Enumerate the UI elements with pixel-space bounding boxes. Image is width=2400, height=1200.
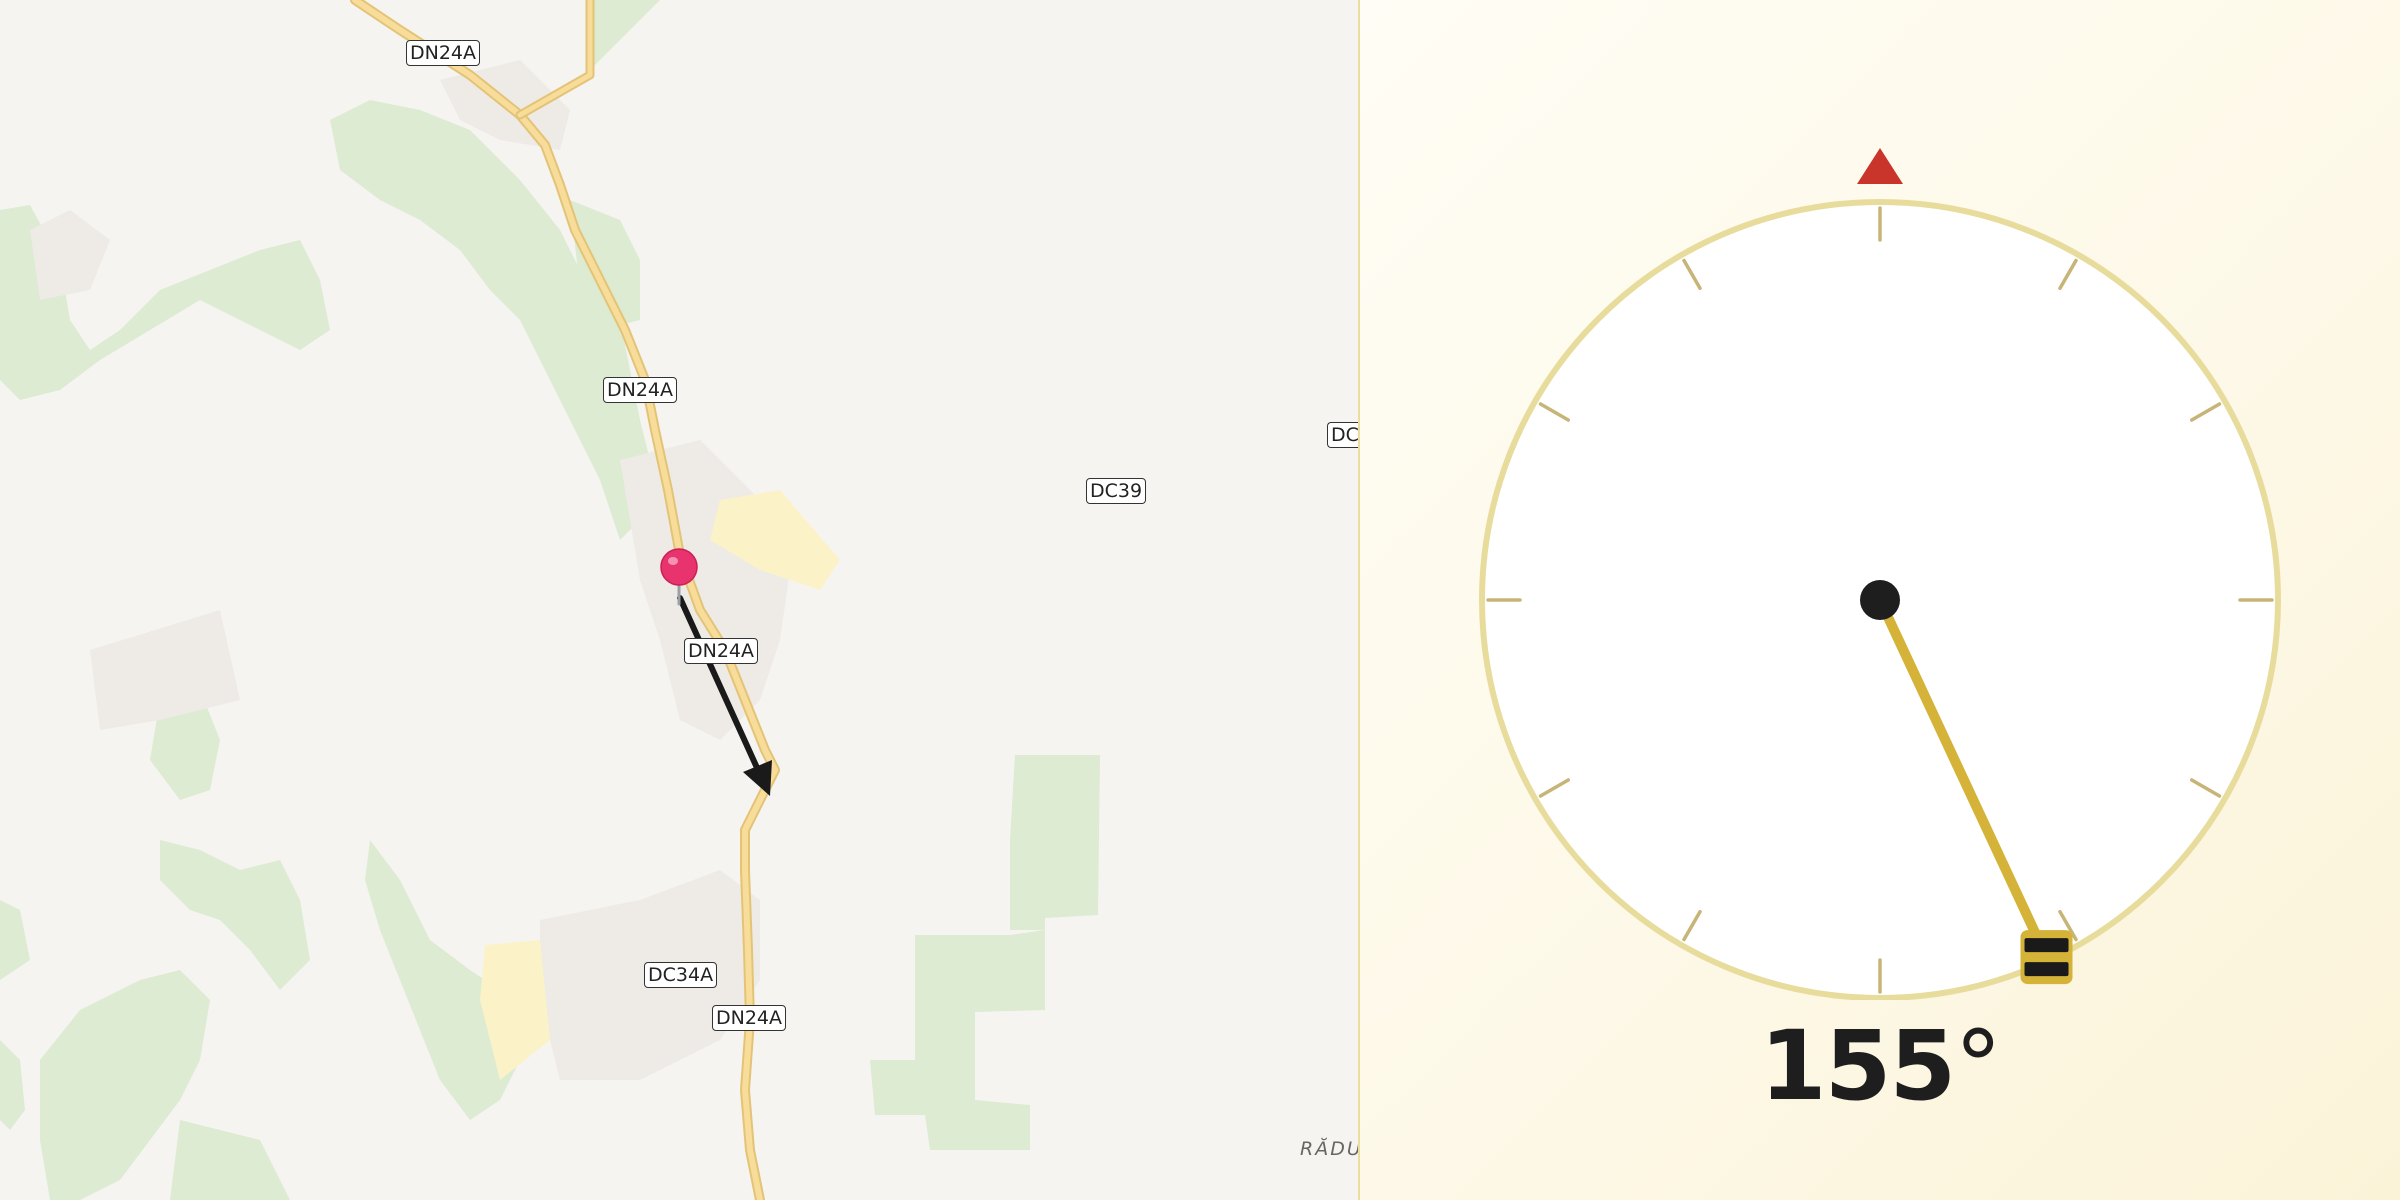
road-label-dn24a: DN24A (406, 40, 481, 66)
heading-unit: ° (1954, 1010, 2002, 1122)
place-label: RĂDU (1300, 1138, 1360, 1160)
map-view[interactable]: DN24A DN24A DN24A DN24A DC39 DC34A DC RĂ… (0, 0, 1360, 1200)
road-label-dn24a: DN24A (712, 1005, 787, 1031)
compass-panel: 155° (1360, 0, 2400, 1200)
compass-dial[interactable] (1360, 0, 2400, 1000)
road-label-dn24a: DN24A (684, 638, 759, 664)
north-marker-icon (1857, 148, 1903, 184)
road-label-dc39: DC39 (1086, 478, 1147, 504)
heading-value: 155 (1759, 1010, 1956, 1122)
location-pin-icon[interactable] (660, 548, 698, 608)
road-label-dc: DC (1327, 422, 1358, 448)
compass-center (1860, 580, 1900, 620)
needle-handle-icon[interactable] (2020, 930, 2073, 985)
road-label-dc34a: DC34A (644, 962, 718, 988)
heading-readout: 155° (1360, 1010, 2400, 1122)
app-window: DN24A DN24A DN24A DN24A DC39 DC34A DC RĂ… (0, 0, 2400, 1200)
road-label-dn24a: DN24A (603, 377, 678, 403)
